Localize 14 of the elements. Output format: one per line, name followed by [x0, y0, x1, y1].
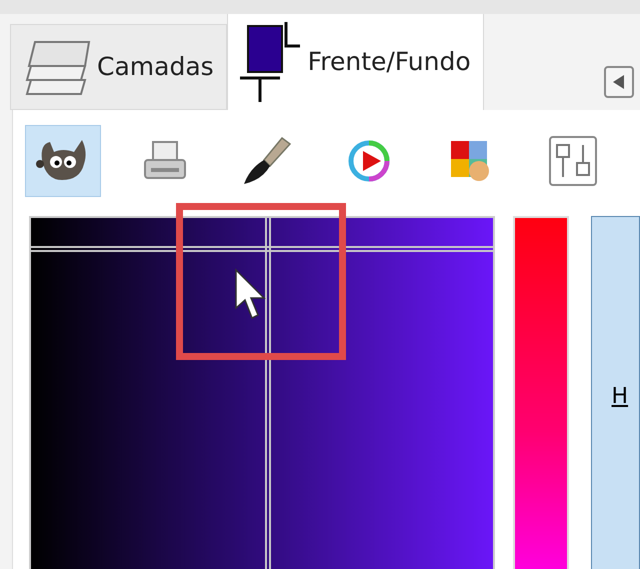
color-wheel-icon	[347, 139, 391, 183]
sliders-icon	[548, 135, 598, 187]
color-square[interactable]	[29, 216, 496, 569]
foreground-color-icon	[240, 22, 300, 102]
tab[interactable]: Camadas	[10, 24, 227, 110]
cursor-icon	[234, 268, 268, 322]
hue-strip[interactable]	[513, 216, 569, 569]
color-mode-button[interactable]	[25, 125, 101, 197]
printer-icon	[143, 140, 187, 182]
paintbrush-icon	[242, 136, 292, 186]
hue-channel-button[interactable]: H	[590, 216, 640, 569]
tab[interactable]: Frente/Fundo	[226, 14, 484, 110]
left-triangle-icon	[613, 75, 625, 89]
scroll-left-button[interactable]	[604, 66, 634, 98]
